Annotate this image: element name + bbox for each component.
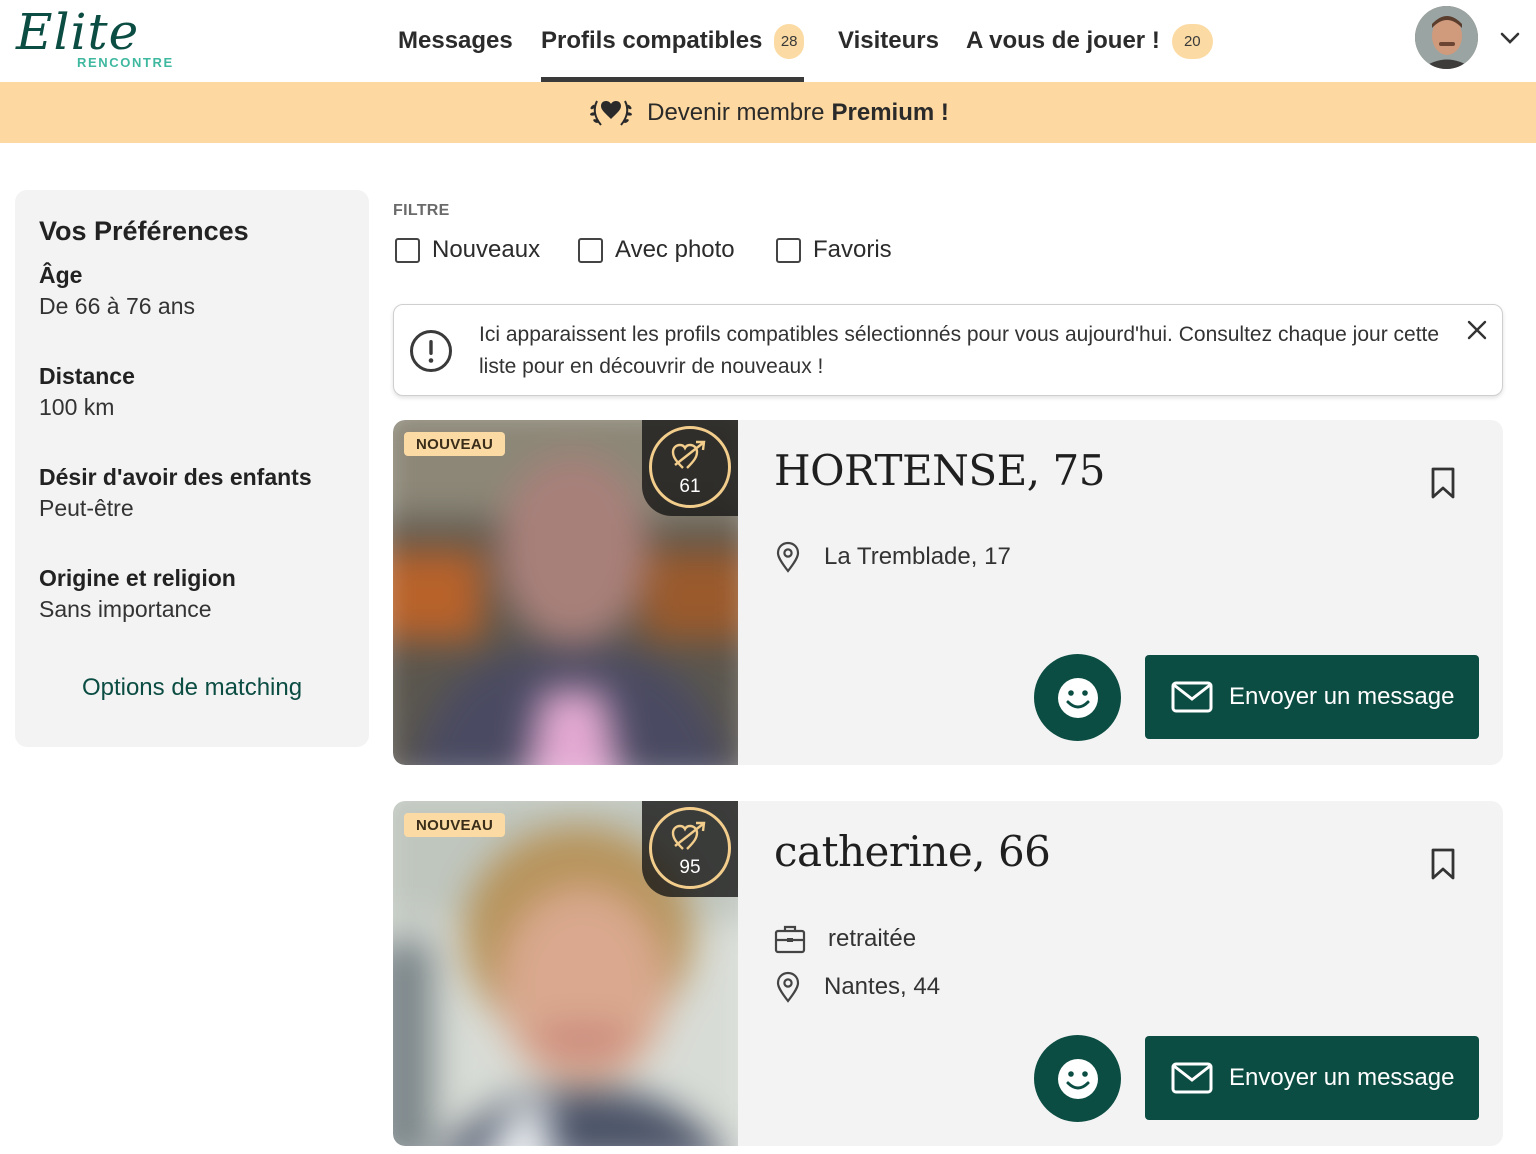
filter-title: FILTRE	[393, 202, 450, 219]
nav-compatible-label: Profils compatibles	[541, 27, 763, 54]
profile-card[interactable]: NOUVEAU 95 catherine, 66 retraitée Nante…	[393, 801, 1503, 1146]
send-message-label: Envoyer un message	[1229, 683, 1455, 710]
smile-button[interactable]	[1034, 654, 1121, 741]
nav-your-turn-label: A vous de jouer !	[966, 27, 1160, 54]
score-value: 95	[679, 857, 701, 878]
filter-new-label: Nouveaux	[432, 236, 541, 263]
age-value: De 66 à 76 ans	[39, 293, 196, 319]
filter-favorites-label: Favoris	[813, 236, 892, 263]
heart-arrow-icon	[671, 821, 706, 850]
age-label: Âge	[39, 262, 83, 288]
profile-location: La Tremblade, 17	[774, 540, 1011, 574]
user-avatar[interactable]	[1415, 6, 1478, 69]
location-text: Nantes, 44	[824, 973, 941, 1000]
profile-card[interactable]: NOUVEAU 61 HORTENSE, 75 La Tremblade, 17	[393, 420, 1503, 765]
location-pin-icon	[776, 971, 800, 1003]
children-value: Peut-être	[39, 495, 134, 521]
profile-photo[interactable]: NOUVEAU 61	[393, 420, 738, 765]
filter-new-checkbox[interactable]	[395, 237, 420, 263]
origin-label: Origine et religion	[39, 565, 236, 591]
nav-compatible-profiles[interactable]: Profils compatibles 28	[541, 0, 804, 82]
briefcase-icon	[774, 925, 806, 954]
profile-job: retraitée	[774, 922, 916, 956]
filter-favorites-checkbox[interactable]	[776, 237, 801, 263]
close-icon[interactable]	[1466, 319, 1488, 346]
send-message-button[interactable]: Envoyer un message	[1145, 1036, 1479, 1120]
bookmark-icon[interactable]	[1429, 847, 1457, 886]
smiley-icon	[1057, 1058, 1098, 1099]
info-text: Ici apparaissent les profils compatibles…	[479, 323, 1440, 378]
heart-arrow-icon	[671, 440, 706, 469]
exclamation-circle-icon	[409, 329, 453, 378]
nav-visitors-label: Visiteurs	[838, 27, 939, 54]
send-message-button[interactable]: Envoyer un message	[1145, 655, 1479, 739]
new-badge: NOUVEAU	[404, 432, 506, 456]
info-notice: Ici apparaissent les profils compatibles…	[393, 304, 1503, 396]
premium-strong: Premium !	[831, 98, 949, 126]
profile-name[interactable]: catherine, 66	[774, 827, 1051, 876]
envelope-icon	[1171, 1062, 1213, 1094]
filter-favorites[interactable]: Favoris	[776, 236, 892, 263]
matching-options-link[interactable]: Options de matching	[15, 674, 369, 702]
compatibility-score: 61	[642, 420, 738, 516]
filter-new[interactable]: Nouveaux	[395, 236, 541, 263]
distance-label: Distance	[39, 363, 135, 389]
laurel-heart-icon	[590, 100, 633, 126]
envelope-icon	[1171, 681, 1213, 713]
send-message-label: Envoyer un message	[1229, 1064, 1455, 1091]
new-badge: NOUVEAU	[404, 813, 506, 837]
elite-logo[interactable]: Elite RENCONTRE	[16, 4, 186, 76]
logo-word: Elite	[16, 3, 140, 61]
preferences-title: Vos Préférences	[39, 216, 249, 246]
job-text: retraitée	[828, 925, 917, 952]
origin-value: Sans importance	[39, 596, 212, 622]
your-turn-count-badge: 20	[1171, 23, 1213, 59]
logo-subtitle: RENCONTRE	[77, 55, 174, 70]
filter-with-photo-checkbox[interactable]	[578, 237, 603, 263]
location-text: La Tremblade, 17	[824, 543, 1011, 570]
chevron-down-icon[interactable]	[1497, 24, 1523, 50]
smile-button[interactable]	[1034, 1035, 1121, 1122]
premium-prefix: Devenir membre	[647, 98, 825, 126]
preferences-panel: Vos Préférences Âge De 66 à 76 ans Dista…	[15, 190, 369, 747]
filter-with-photo[interactable]: Avec photo	[578, 236, 735, 263]
top-header: Elite RENCONTRE Messages Profils compati…	[0, 0, 1536, 82]
compatibility-score: 95	[642, 801, 738, 897]
nav-visitors[interactable]: Visiteurs	[838, 0, 939, 82]
smiley-icon	[1057, 677, 1098, 718]
bookmark-icon[interactable]	[1429, 466, 1457, 505]
filter-with-photo-label: Avec photo	[615, 236, 735, 263]
nav-messages[interactable]: Messages	[398, 0, 513, 82]
profile-location: Nantes, 44	[774, 970, 940, 1004]
children-label: Désir d'avoir des enfants	[39, 464, 312, 490]
location-pin-icon	[776, 541, 800, 573]
score-value: 61	[679, 476, 701, 497]
compatible-count-badge: 28	[774, 23, 804, 59]
premium-banner[interactable]: Devenir membre Premium !	[0, 82, 1536, 143]
nav-your-turn[interactable]: A vous de jouer ! 20	[966, 0, 1213, 82]
distance-value: 100 km	[39, 394, 115, 420]
profile-name[interactable]: HORTENSE, 75	[774, 446, 1105, 495]
nav-messages-label: Messages	[398, 27, 513, 54]
profile-photo[interactable]: NOUVEAU 95	[393, 801, 738, 1146]
